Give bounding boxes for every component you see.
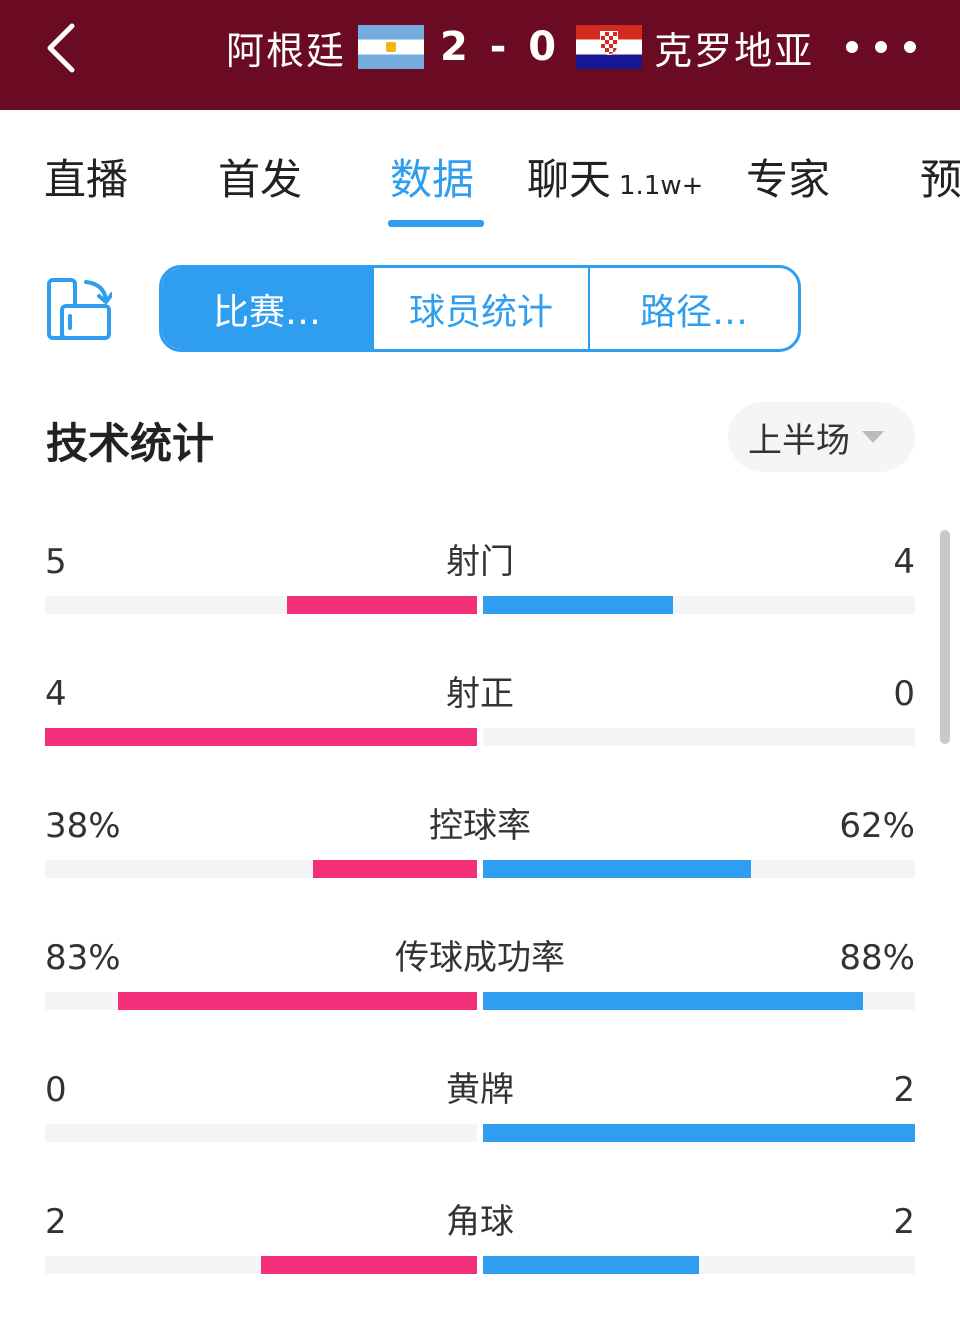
tab-label: 专家 (746, 155, 831, 204)
away-bar-track (483, 1124, 915, 1142)
away-value: 2 (893, 1070, 915, 1110)
stat-name: 射门 (446, 542, 514, 582)
chevron-down-icon (862, 431, 884, 443)
home-bar-track (45, 860, 477, 878)
home-bar-track (45, 1124, 477, 1142)
more-options-icon[interactable] (846, 38, 916, 56)
period-dropdown[interactable]: 上半场 (728, 402, 915, 472)
home-bar-track (45, 728, 477, 746)
tab-data[interactable]: 数据 (390, 146, 474, 207)
home-bar-track (45, 992, 477, 1010)
tab-experts[interactable]: 专家 (746, 146, 830, 207)
stat-row: 38% 控球率 62% (45, 804, 915, 904)
away-bar (483, 992, 864, 1010)
stat-row: 0 黄牌 2 (45, 1068, 915, 1168)
stat-row: 83% 传球成功率 88% (45, 936, 915, 1036)
stats-segment-control: 比赛… 球员统计 路径… (159, 265, 801, 352)
away-bar (483, 1256, 699, 1274)
tab-live[interactable]: 直播 (44, 146, 128, 207)
away-bar (483, 1124, 915, 1142)
away-value: 2 (893, 1202, 915, 1242)
stat-row: 4 射正 0 (45, 672, 915, 772)
stat-name: 传球成功率 (395, 938, 565, 978)
croatia-flag-icon (576, 25, 643, 69)
home-bar-track (45, 1256, 477, 1274)
chat-count-badge: 1.1w+ (619, 171, 704, 201)
away-value: 0 (893, 674, 915, 714)
period-label: 上半场 (748, 420, 850, 461)
match-title: 阿根廷 2 - 0 克罗地亚 (226, 20, 814, 74)
match-score: 2 - 0 (440, 24, 561, 70)
home-bar (45, 728, 477, 746)
away-bar-track (483, 1256, 915, 1274)
tab-label: 预 (920, 155, 960, 204)
back-arrow-icon[interactable] (38, 20, 88, 76)
home-bar (118, 992, 477, 1010)
stat-row: 2 角球 2 (45, 1200, 915, 1300)
stat-name: 角球 (446, 1202, 514, 1242)
tab-label: 直播 (44, 155, 129, 204)
match-header: 阿根廷 2 - 0 克罗地亚 (0, 0, 960, 110)
segment-path[interactable]: 路径… (588, 268, 798, 349)
away-bar-track (483, 596, 915, 614)
argentina-flag-icon (358, 25, 425, 69)
tab-bar: 直播 首发 数据 聊天 1.1w+ 专家 预 (0, 110, 960, 230)
home-bar (261, 1256, 477, 1274)
away-bar-track (483, 728, 915, 746)
away-value: 4 (893, 542, 915, 582)
tab-label: 聊天 (527, 155, 612, 204)
switch-view-icon[interactable] (46, 276, 112, 342)
stat-row: 5 射门 4 (45, 540, 915, 640)
stat-name: 控球率 (429, 806, 531, 846)
scrollbar[interactable] (940, 530, 950, 744)
home-team-name: 阿根廷 (226, 28, 347, 73)
segment-match-stats[interactable]: 比赛… (162, 268, 372, 349)
tab-label: 首发 (218, 155, 303, 204)
home-bar (312, 860, 477, 878)
stat-name: 射正 (446, 674, 514, 714)
away-bar (483, 596, 674, 614)
segment-label: 路径… (639, 291, 748, 333)
tab-chat[interactable]: 聊天 1.1w+ (527, 146, 703, 207)
away-bar-track (483, 992, 915, 1010)
stat-name: 黄牌 (446, 1070, 514, 1110)
away-bar (483, 860, 751, 878)
tab-prediction[interactable]: 预 (920, 146, 960, 207)
segment-label: 比赛… (212, 291, 321, 333)
home-bar (286, 596, 477, 614)
away-value: 62% (839, 806, 915, 846)
away-team-name: 克罗地亚 (654, 28, 815, 73)
home-bar-track (45, 596, 477, 614)
segment-player-stats[interactable]: 球员统计 (372, 268, 588, 349)
tab-lineup[interactable]: 首发 (218, 146, 302, 207)
segment-label: 球员统计 (408, 291, 553, 333)
away-value: 88% (839, 938, 915, 978)
active-tab-indicator (388, 220, 484, 227)
tab-label: 数据 (390, 155, 475, 204)
away-bar-track (483, 860, 915, 878)
section-title: 技术统计 (46, 419, 215, 468)
